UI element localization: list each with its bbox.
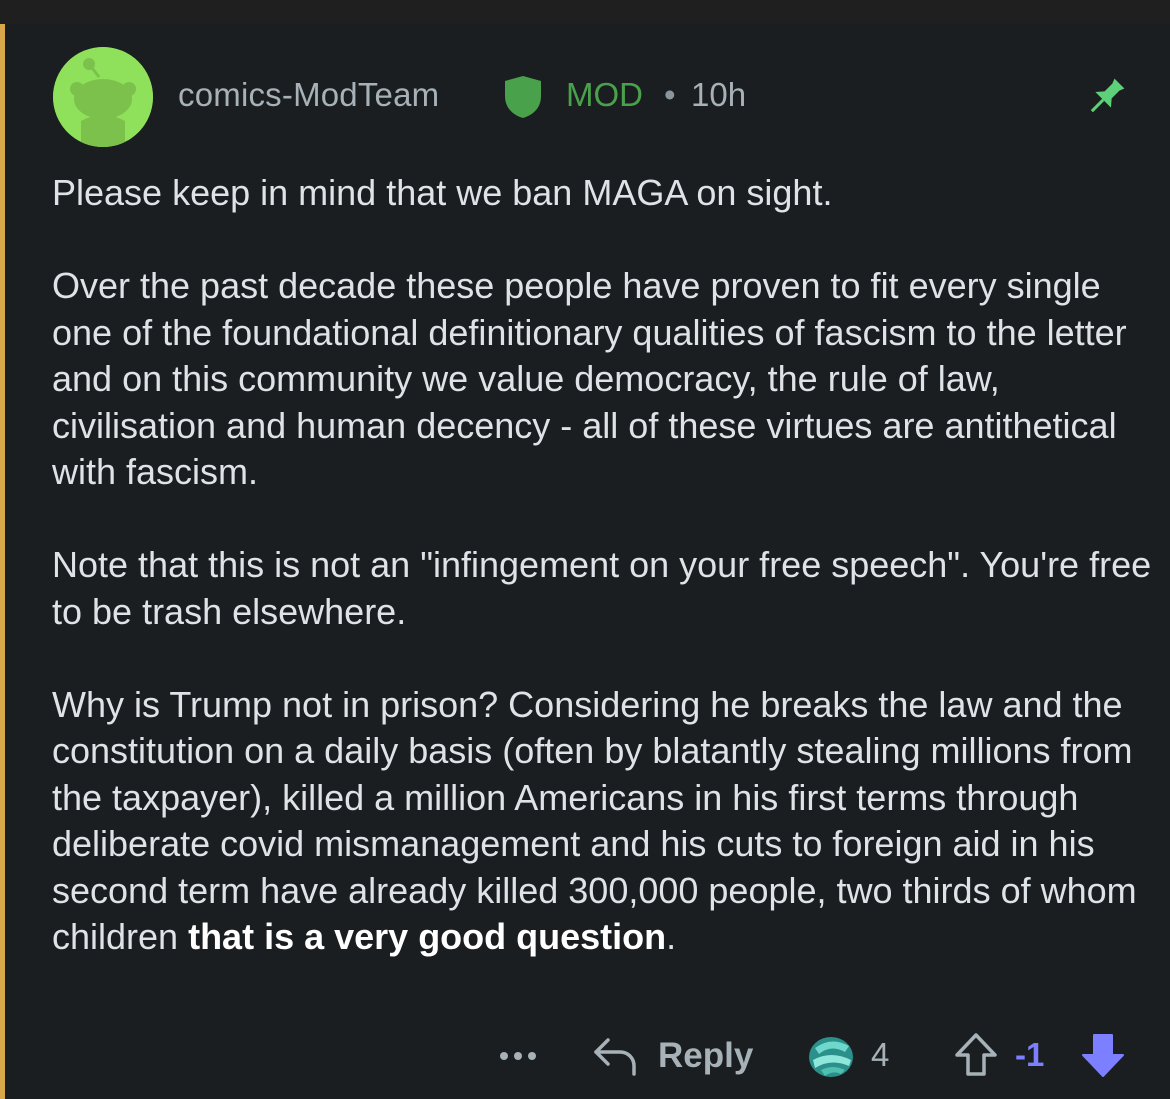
ellipsis-icon	[500, 1052, 508, 1060]
meta-separator: •	[664, 76, 676, 113]
mod-badge: MOD	[566, 76, 643, 113]
comment-body: Please keep in mind that we ban MAGA on …	[52, 170, 1152, 961]
avatar[interactable]	[53, 47, 153, 147]
pin-icon[interactable]	[1083, 74, 1129, 120]
comment-card: comics-ModTeam MOD • 10h Please keep in …	[5, 24, 1170, 1099]
bold-text: that is a very good question	[188, 916, 667, 957]
comment-paragraph-last: Why is Trump not in prison? Considering …	[52, 682, 1152, 961]
comment-timestamp: 10h	[691, 76, 747, 113]
mod-shield-icon	[505, 76, 541, 118]
reply-label: Reply	[658, 1036, 754, 1075]
snoo-avatar-icon	[53, 47, 153, 147]
top-strip	[0, 0, 1170, 24]
more-options-button[interactable]	[498, 1030, 540, 1074]
upvote-button[interactable]	[951, 1030, 1001, 1080]
comment-paragraph: Please keep in mind that we ban MAGA on …	[52, 172, 833, 213]
comment-paragraph: Over the past decade these people have p…	[52, 265, 1127, 492]
reply-arrow-icon	[594, 1038, 636, 1076]
downvote-button[interactable]	[1079, 1030, 1127, 1080]
award-icon[interactable]	[805, 1030, 857, 1080]
award-count: 4	[871, 1036, 890, 1073]
comment-paragraph: Note that this is not an "infingement on…	[52, 544, 1152, 632]
vote-score: -1	[1015, 1036, 1045, 1073]
reply-button[interactable]: Reply	[590, 1030, 760, 1080]
username[interactable]: comics-ModTeam	[178, 76, 439, 114]
comment-text-end: .	[666, 916, 677, 957]
